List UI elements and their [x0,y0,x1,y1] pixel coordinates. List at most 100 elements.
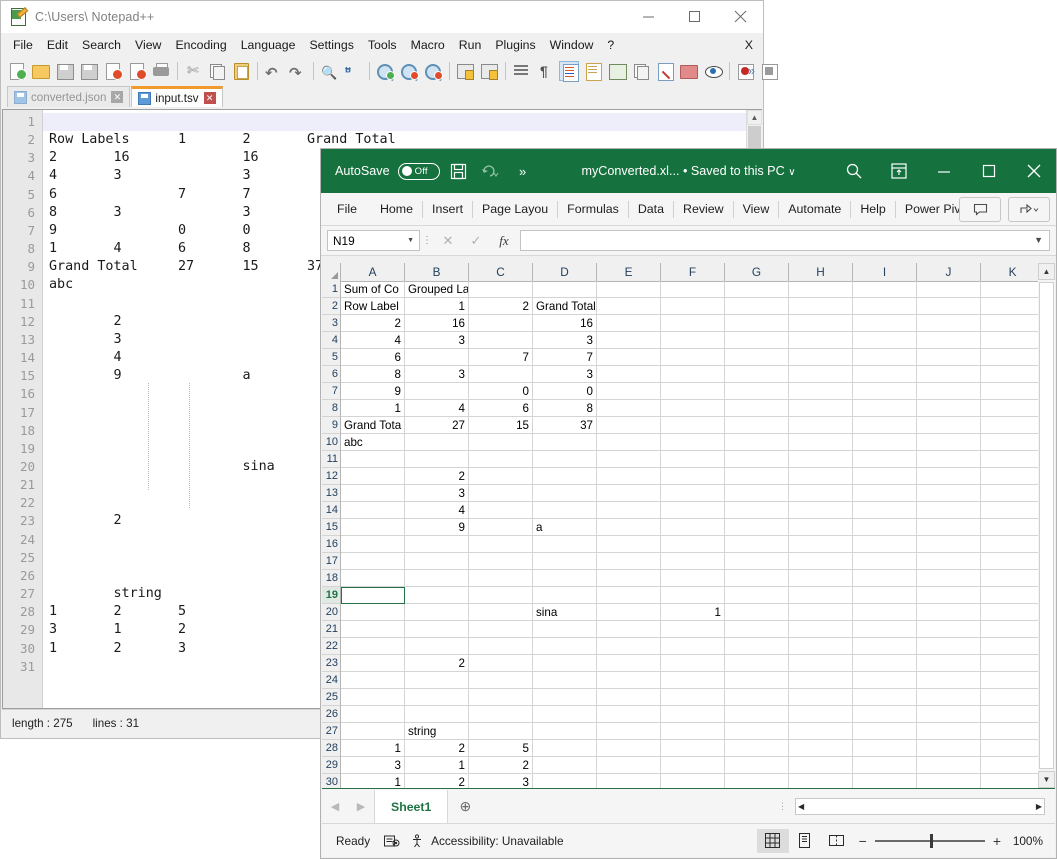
scroll-down-icon[interactable]: ▼ [1038,771,1055,788]
add-sheet-icon[interactable]: ⊕ [448,798,482,815]
row-header-2[interactable]: 2 [322,298,340,315]
undo-icon[interactable] [478,158,504,184]
cell-D21[interactable] [533,621,597,638]
cell-A13[interactable] [341,485,405,502]
confirm-formula-icon[interactable]: ✓ [462,233,490,249]
cell-A10[interactable]: abc [341,434,405,451]
row-header-28[interactable]: 28 [322,740,340,757]
cell-B6[interactable]: 3 [405,366,469,383]
cell-E22[interactable] [597,638,661,655]
cell-A23[interactable] [341,655,405,672]
cell-K18[interactable] [981,570,1045,587]
cell-D3[interactable]: 16 [533,315,597,332]
search-icon[interactable] [832,149,876,193]
cell-K26[interactable] [981,706,1045,723]
cell-H30[interactable] [789,774,853,788]
cell-G25[interactable] [725,689,789,706]
cell-A7[interactable]: 9 [341,383,405,400]
cell-G20[interactable] [725,604,789,621]
cell-J24[interactable] [917,672,981,689]
cell-B21[interactable] [405,621,469,638]
cell-J5[interactable] [917,349,981,366]
cell-E18[interactable] [597,570,661,587]
cell-E14[interactable] [597,502,661,519]
cell-F22[interactable] [661,638,725,655]
user-defined-dialog-icon[interactable] [583,61,603,81]
share-icon[interactable] [1008,196,1050,222]
formula-input[interactable]: ▼ [520,230,1050,251]
cell-F15[interactable] [661,519,725,536]
cell-D16[interactable] [533,536,597,553]
cell-A24[interactable] [341,672,405,689]
cell-A29[interactable]: 3 [341,757,405,774]
monitoring-icon[interactable] [703,61,723,81]
cell-D22[interactable] [533,638,597,655]
cell-G3[interactable] [725,315,789,332]
cell-G24[interactable] [725,672,789,689]
cell-D7[interactable]: 0 [533,383,597,400]
cell-J10[interactable] [917,434,981,451]
cell-J2[interactable] [917,298,981,315]
cell-J18[interactable] [917,570,981,587]
cell-H25[interactable] [789,689,853,706]
cell-F25[interactable] [661,689,725,706]
cell-J6[interactable] [917,366,981,383]
cell-A20[interactable] [341,604,405,621]
menu-item-search[interactable]: Search [75,36,128,54]
cell-B2[interactable]: 1 [405,298,469,315]
cell-B9[interactable]: 27 [405,417,469,434]
cell-E8[interactable] [597,400,661,417]
cell-D20[interactable]: sina [533,604,597,621]
cell-A6[interactable]: 8 [341,366,405,383]
cell-I29[interactable] [853,757,917,774]
cell-H20[interactable] [789,604,853,621]
cell-H27[interactable] [789,723,853,740]
cell-E19[interactable] [597,587,661,604]
cell-E17[interactable] [597,553,661,570]
cell-A17[interactable] [341,553,405,570]
cell-E1[interactable] [597,281,661,298]
cell-J7[interactable] [917,383,981,400]
cell-E24[interactable] [597,672,661,689]
cell-J14[interactable] [917,502,981,519]
row-header-7[interactable]: 7 [322,383,340,400]
cell-J29[interactable] [917,757,981,774]
cell-H8[interactable] [789,400,853,417]
cell-E27[interactable] [597,723,661,740]
cell-H24[interactable] [789,672,853,689]
cell-E25[interactable] [597,689,661,706]
cell-D14[interactable] [533,502,597,519]
cell-F10[interactable] [661,434,725,451]
cell-F29[interactable] [661,757,725,774]
row-header-29[interactable]: 29 [322,757,340,774]
cell-E28[interactable] [597,740,661,757]
row-header-30[interactable]: 30 [322,774,340,788]
cell-D26[interactable] [533,706,597,723]
cell-K12[interactable] [981,468,1045,485]
cell-C30[interactable]: 3 [469,774,533,788]
cell-K8[interactable] [981,400,1045,417]
cell-E20[interactable] [597,604,661,621]
cell-H26[interactable] [789,706,853,723]
cell-J19[interactable] [917,587,981,604]
row-header-24[interactable]: 24 [322,672,340,689]
cell-F2[interactable] [661,298,725,315]
cell-G19[interactable] [725,587,789,604]
cell-D23[interactable] [533,655,597,672]
cell-D30[interactable] [533,774,597,788]
cell-H6[interactable] [789,366,853,383]
cell-B25[interactable] [405,689,469,706]
accessibility-status[interactable]: Accessibility: Unavailable [431,834,563,848]
menu-item-macro[interactable]: Macro [404,36,452,54]
show-indent-guide-icon[interactable] [559,60,579,82]
macro-record-icon[interactable] [384,834,400,848]
cell-H23[interactable] [789,655,853,672]
zoom-level[interactable]: 100% [1007,834,1043,848]
cell-I1[interactable] [853,281,917,298]
cell-K24[interactable] [981,672,1045,689]
row-header-4[interactable]: 4 [322,332,340,349]
column-header-g[interactable]: G [725,263,789,281]
cell-G22[interactable] [725,638,789,655]
cell-A4[interactable]: 4 [341,332,405,349]
zoom-in-icon[interactable] [375,61,395,81]
